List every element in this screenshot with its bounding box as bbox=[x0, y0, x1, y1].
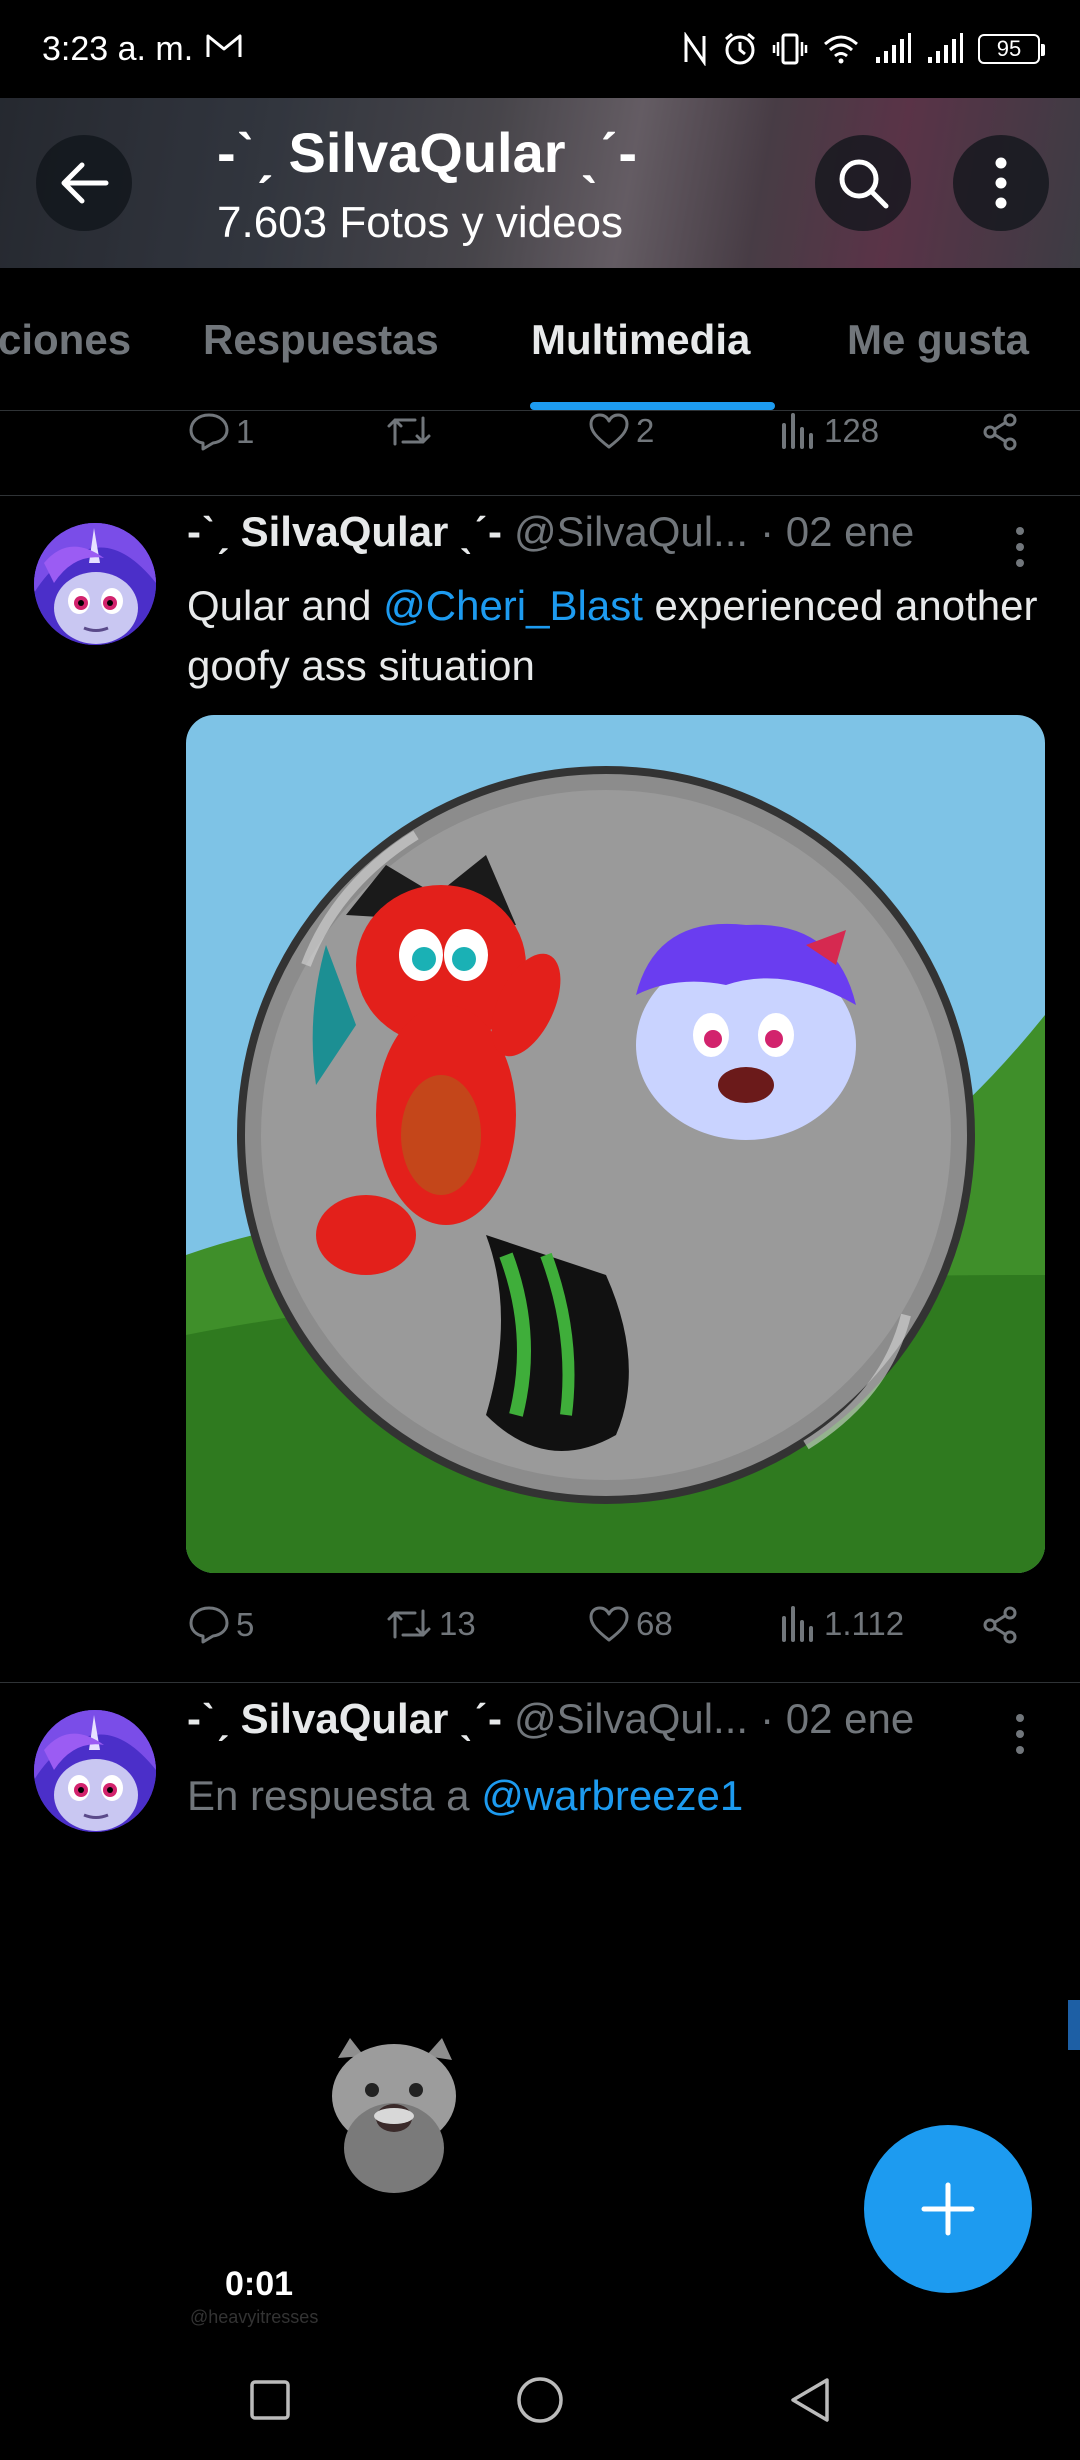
tweet-text-part: Qular and bbox=[187, 582, 384, 629]
home-button[interactable] bbox=[510, 2370, 570, 2430]
retweet-count: 13 bbox=[439, 1605, 476, 1642]
author-handle[interactable]: @SilvaQul... bbox=[514, 1695, 748, 1743]
circle-icon bbox=[517, 2377, 563, 2423]
compose-button[interactable] bbox=[864, 2125, 1032, 2293]
signal-icon bbox=[928, 33, 963, 63]
battery-level: 95 bbox=[996, 36, 1022, 61]
status-icons: 95 bbox=[682, 28, 1045, 70]
more-options-button[interactable] bbox=[953, 135, 1049, 231]
pony-avatar-image bbox=[34, 1710, 156, 1832]
profile-header: -ˋˏ SilvaQular ˎˊ- 7.603 Fotos y videos bbox=[0, 98, 1080, 268]
reply-button[interactable]: 1 bbox=[188, 412, 254, 452]
status-bar: 3:23 a. m. 95 bbox=[0, 0, 1080, 98]
tweet-date: · 02 ene bbox=[760, 1695, 915, 1742]
status-time: 3:23 a. m. bbox=[42, 30, 194, 68]
retweet-button[interactable] bbox=[385, 412, 439, 450]
analytics-icon bbox=[782, 413, 813, 449]
back-nav-button[interactable] bbox=[780, 2370, 840, 2430]
battery-icon: 95 bbox=[978, 34, 1045, 64]
reply-icon bbox=[189, 1606, 229, 1644]
share-icon bbox=[983, 413, 1017, 451]
active-tab-indicator bbox=[530, 402, 775, 410]
like-count: 2 bbox=[636, 412, 655, 449]
reply-icon bbox=[189, 413, 229, 451]
nfc-icon bbox=[684, 32, 706, 66]
reply-count: 1 bbox=[236, 413, 255, 450]
search-icon bbox=[839, 159, 889, 209]
tab-menciones[interactable]: ciones bbox=[0, 316, 131, 364]
pony-avatar-image bbox=[34, 523, 156, 645]
media-count: 7.603 Fotos y videos bbox=[217, 198, 624, 247]
back-button[interactable] bbox=[36, 135, 132, 231]
profile-tabs: ciones Respuestas Multimedia Me gusta bbox=[0, 268, 1080, 411]
tweet-divider bbox=[0, 495, 1080, 496]
profile-name: -ˋˏ SilvaQular ˎˊ- bbox=[217, 121, 638, 184]
tab-respuestas[interactable]: Respuestas bbox=[203, 316, 439, 364]
tab-multimedia[interactable]: Multimedia bbox=[531, 316, 750, 364]
vibrate-icon bbox=[772, 33, 808, 65]
wifi-icon bbox=[824, 35, 858, 64]
tweet-more-icon[interactable] bbox=[1010, 1712, 1030, 1756]
avatar[interactable] bbox=[34, 523, 156, 645]
square-icon bbox=[250, 2380, 290, 2420]
scroll-indicator bbox=[1068, 2000, 1080, 2050]
tweet-actions: 1 2 128 bbox=[185, 412, 1045, 472]
tab-me-gusta[interactable]: Me gusta bbox=[847, 316, 1029, 364]
tweet-date: · 02 ene bbox=[760, 508, 915, 555]
views-button[interactable]: 1.112 bbox=[780, 1605, 904, 1643]
tweet-media-image[interactable] bbox=[186, 715, 1045, 1573]
tweet-more-icon[interactable] bbox=[1010, 525, 1030, 569]
arrow-left-icon bbox=[61, 162, 109, 204]
hamster-ball-artwork bbox=[186, 715, 1045, 1573]
tweet-header: -ˋˏ SilvaQular ˎˊ- @SilvaQul... · 02 ene bbox=[187, 1695, 914, 1743]
like-button[interactable]: 68 bbox=[588, 1605, 673, 1643]
reply-button[interactable]: 5 bbox=[188, 1605, 254, 1645]
more-vertical-icon bbox=[995, 157, 1007, 209]
views-count: 128 bbox=[824, 412, 880, 449]
heart-icon bbox=[589, 413, 629, 449]
like-count: 68 bbox=[636, 1605, 673, 1642]
retweet-icon bbox=[387, 416, 431, 446]
search-button[interactable] bbox=[815, 135, 911, 231]
mention-link[interactable]: @Cheri_Blast bbox=[383, 582, 643, 629]
triangle-back-icon bbox=[791, 2378, 829, 2422]
plus-icon bbox=[921, 2182, 975, 2236]
tweet-header: -ˋˏ SilvaQular ˎˊ- @SilvaQul... · 02 ene bbox=[187, 508, 914, 556]
avatar[interactable] bbox=[34, 1710, 156, 1832]
mention-link[interactable]: @warbreeze1 bbox=[481, 1772, 743, 1819]
analytics-icon bbox=[782, 1606, 813, 1642]
retweet-icon bbox=[387, 1609, 431, 1639]
tweet-text: Qular and @Cheri_Blast experienced anoth… bbox=[187, 576, 1047, 696]
author-handle[interactable]: @SilvaQul... bbox=[514, 508, 748, 556]
share-icon bbox=[983, 1606, 1017, 1644]
views-button[interactable]: 128 bbox=[780, 412, 879, 450]
tweet-actions: 5 13 68 1.112 bbox=[185, 1605, 1045, 1665]
like-button[interactable]: 2 bbox=[588, 412, 654, 450]
mail-icon bbox=[206, 34, 242, 57]
share-button[interactable] bbox=[980, 412, 1020, 452]
author-name[interactable]: -ˋˏ SilvaQular ˎˊ- bbox=[187, 508, 502, 556]
retweet-button[interactable]: 13 bbox=[385, 1605, 476, 1643]
signal-icon bbox=[876, 33, 911, 63]
recents-button[interactable] bbox=[240, 2370, 300, 2430]
heart-icon bbox=[589, 1606, 629, 1642]
share-button[interactable] bbox=[980, 1605, 1020, 1645]
reply-context-label: En respuesta a bbox=[187, 1772, 482, 1819]
reply-count: 5 bbox=[236, 1606, 255, 1643]
video-watermark: @heavyitresses bbox=[190, 2307, 319, 2327]
tweet-divider bbox=[0, 1682, 1080, 1683]
alarm-icon bbox=[725, 32, 755, 65]
video-timestamp: 0:01 bbox=[225, 2265, 294, 2303]
views-count: 1.112 bbox=[824, 1605, 905, 1642]
reply-context: En respuesta a @warbreeze1 bbox=[187, 1766, 1047, 1826]
author-name[interactable]: -ˋˏ SilvaQular ˎˊ- bbox=[187, 1695, 502, 1743]
system-nav-bar bbox=[0, 2340, 1080, 2460]
